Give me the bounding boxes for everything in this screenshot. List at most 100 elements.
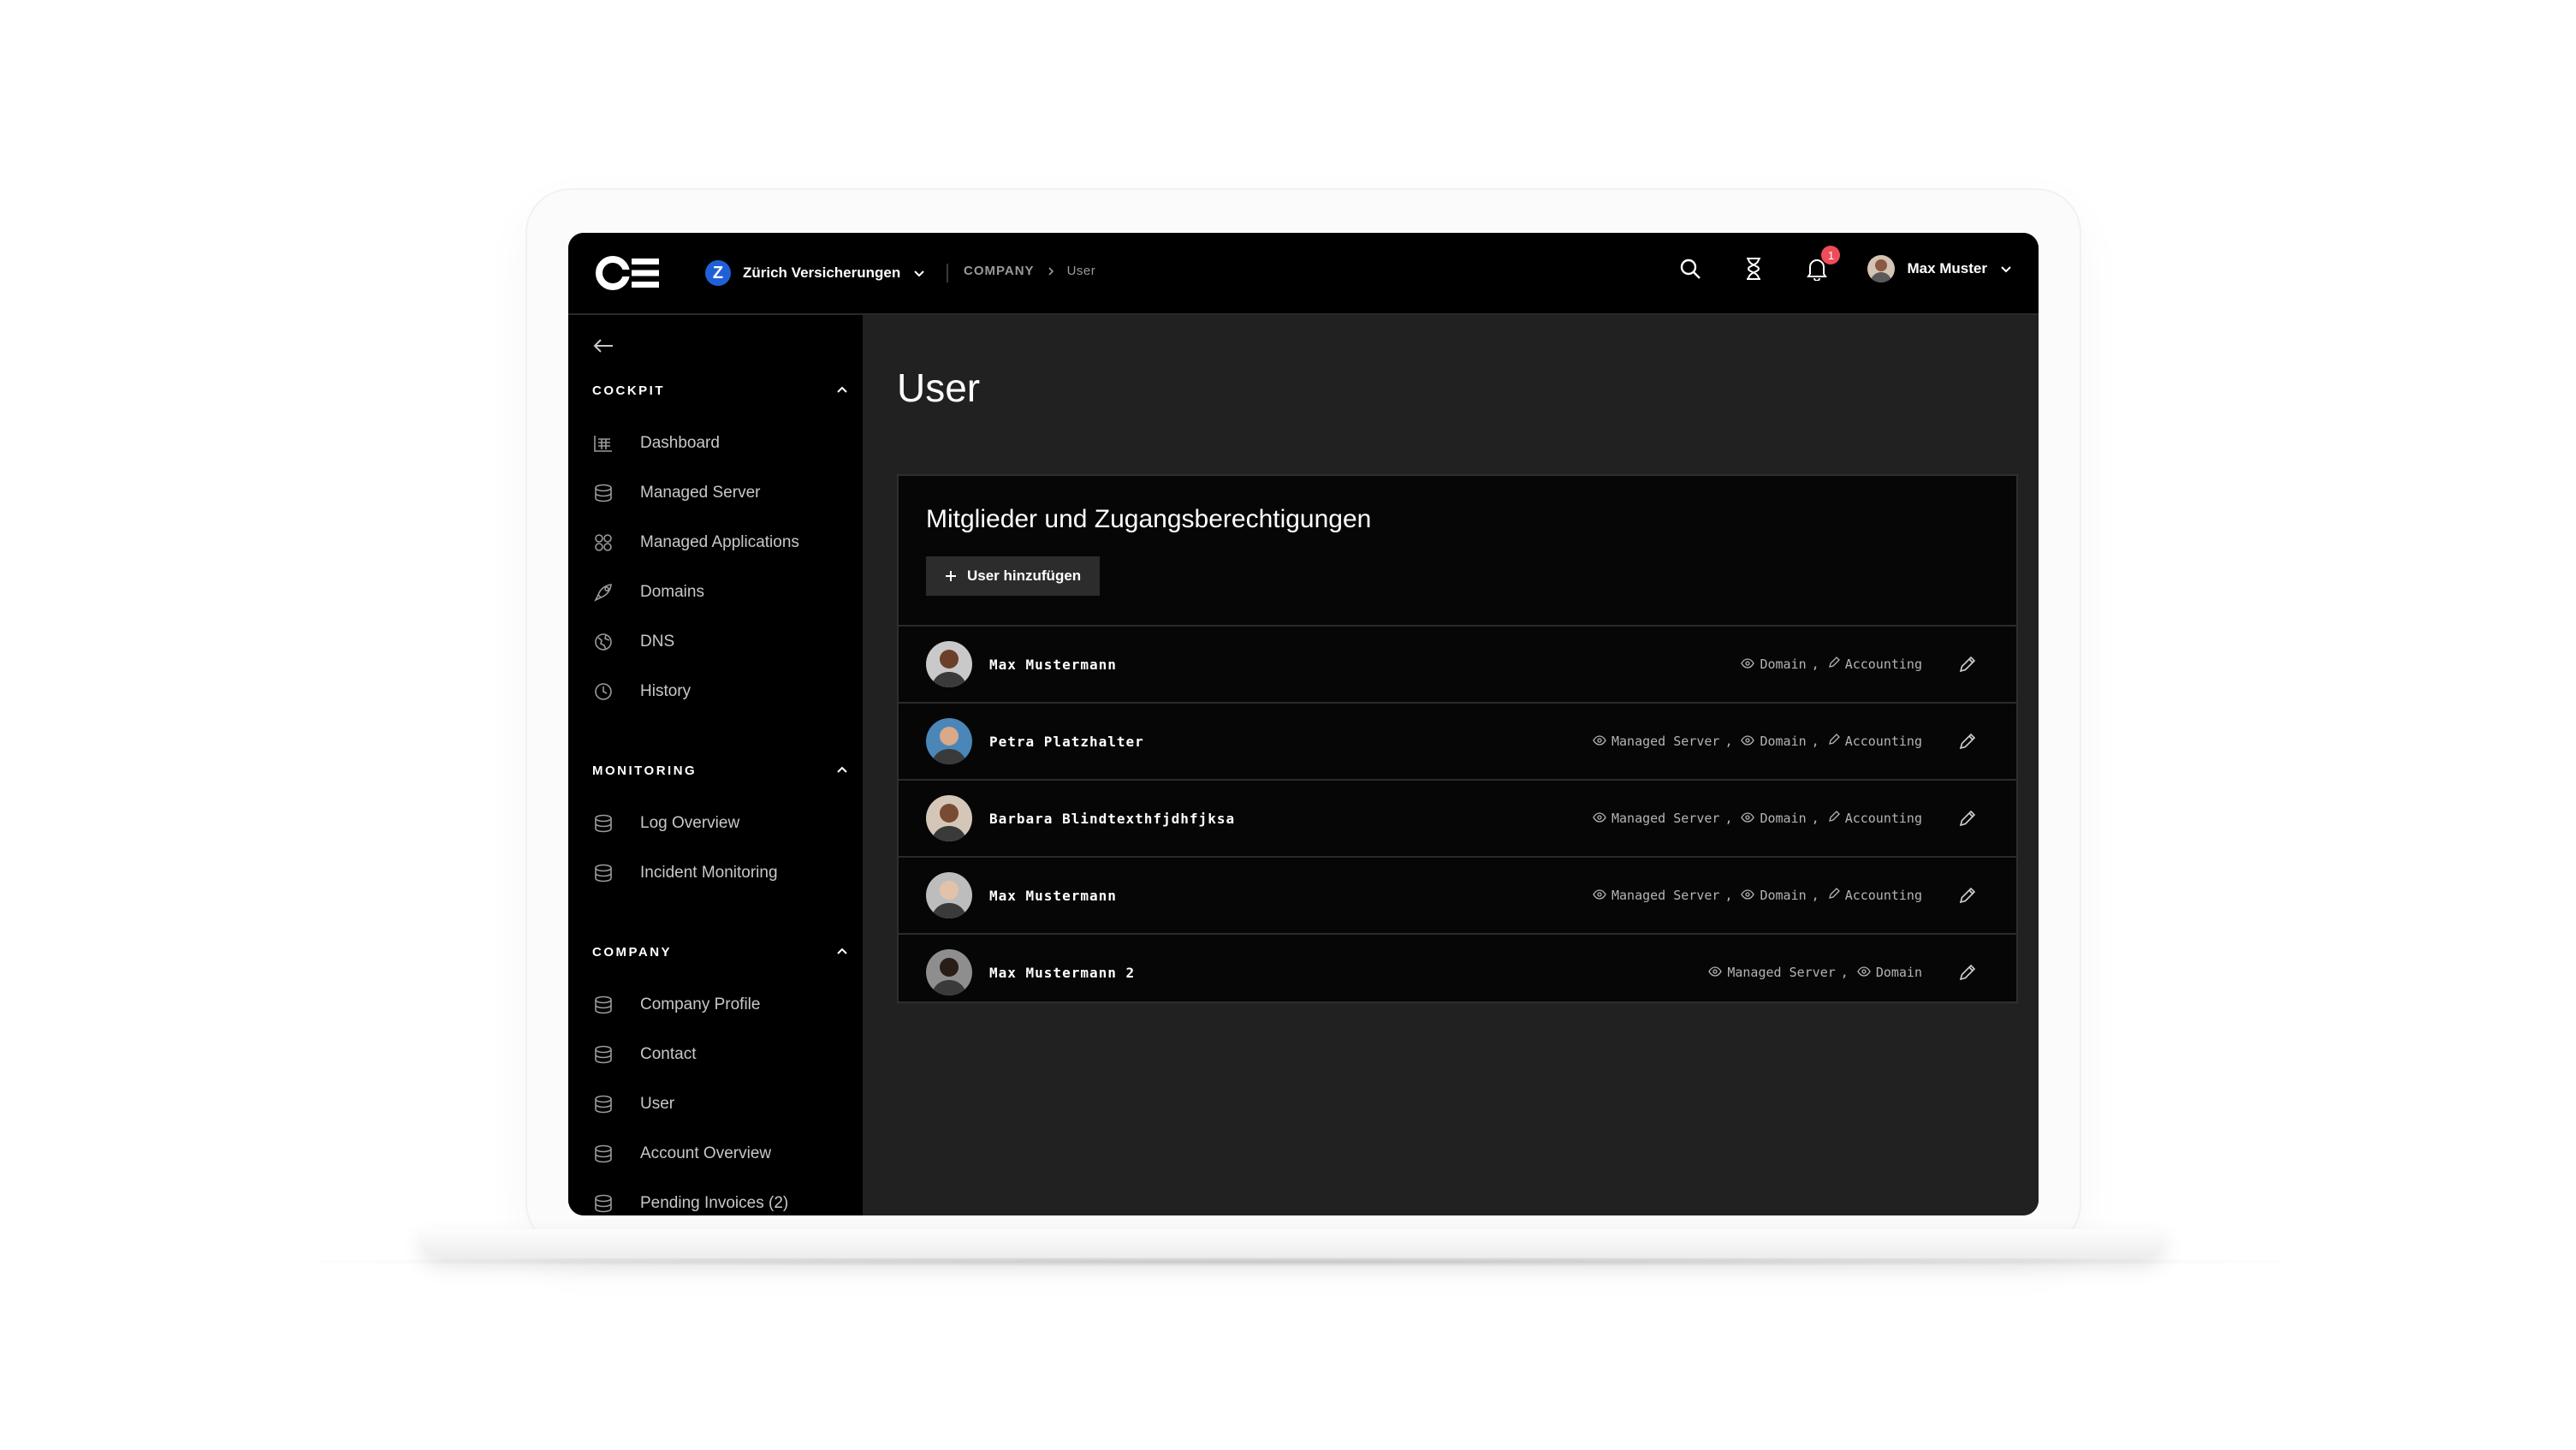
permission-separator: , [1811,888,1819,903]
permission-tag: Accounting [1828,811,1927,826]
sidebar-item-dashboard[interactable]: Dashboard [592,426,849,461]
laptop-shadow [257,1257,2345,1267]
sidebar-item-label: DNS [640,633,675,651]
top-bar: Z Zürich Versicherungen COMPANY User 1 M… [568,233,2039,315]
edit-user-button[interactable] [1956,961,1979,984]
permission-tag: Domain, [1741,888,1819,903]
sidebar-item-domains[interactable]: Domains [592,575,849,609]
chevron-down-icon [914,270,924,277]
section-cockpit[interactable]: COCKPIT [592,375,849,406]
chevron-right-icon [1048,266,1054,276]
permission-label: Managed Server [1611,811,1720,826]
section-monitoring[interactable]: MONITORING [592,755,849,786]
pencil-icon [1959,964,1976,981]
permission-separator: , [1724,811,1733,826]
permission-tag: Accounting [1828,888,1927,903]
permission-separator: , [1724,734,1733,749]
sidebar-item-account-overview[interactable]: Account Overview [592,1137,849,1171]
user-name: Max Mustermann [989,887,1117,904]
sidebar-item-pending-invoices[interactable]: Pending Invoices (2) [592,1186,849,1215]
notification-badge: 1 [1821,246,1841,264]
database-icon [592,862,614,884]
eye-icon [1593,888,1606,903]
hourglass-icon [1747,258,1761,280]
sidebar: COCKPIT Dashboard Managed Server Managed… [568,315,863,1215]
app-logo[interactable] [594,252,662,294]
eye-icon [1741,734,1755,749]
section-company[interactable]: COMPANY [592,936,849,967]
breadcrumb-company[interactable]: COMPANY [964,264,1035,278]
table-row[interactable]: Max Mustermann Domain, Accounting [899,625,2016,702]
chevron-up-icon [837,948,847,954]
sidebar-item-user[interactable]: User [592,1087,849,1121]
pencil-icon [1959,656,1976,673]
user-name: Max Mustermann 2 [989,964,1136,981]
permission-tag: Domain, [1741,657,1819,672]
table-row[interactable]: Petra Platzhalter Managed Server, Domain, A… [899,702,2016,779]
permission-list: Managed Server, Domain, Accounting [1593,811,1927,826]
search-button[interactable] [1677,256,1703,282]
sidebar-item-log-overview[interactable]: Log Overview [592,806,849,841]
search-icon [1681,259,1701,279]
company-logo-icon: Z [705,260,731,286]
company-switcher[interactable]: Z Zürich Versicherungen [705,257,949,289]
sidebar-item-history[interactable]: History [592,674,849,709]
table-row[interactable]: Max Mustermann 2 Managed Server, Domain [899,933,2016,1010]
eye-icon [1741,811,1755,826]
avatar [926,949,972,995]
database-icon [592,1043,614,1066]
edit-user-button[interactable] [1956,730,1979,752]
eye-icon [1593,811,1606,826]
sidebar-item-label: Dashboard [640,434,720,452]
sidebar-item-managed-server[interactable]: Managed Server [592,476,849,510]
add-user-label: User hinzufügen [967,568,1082,584]
permission-label: Managed Server [1611,888,1720,903]
section-title: COCKPIT [592,383,665,398]
database-icon [592,482,614,504]
permission-tag: Managed Server, [1593,734,1732,749]
edit-user-button[interactable] [1956,807,1979,829]
page-title: User [897,365,981,410]
permission-separator: , [1811,657,1819,672]
eye-icon [1741,657,1755,672]
avatar [926,872,972,918]
notifications-button[interactable]: 1 [1804,246,1841,282]
back-arrow-icon[interactable] [591,336,616,356]
scene: Z Zürich Versicherungen COMPANY User 1 M… [0,0,2576,1450]
permission-label: Accounting [1844,734,1922,749]
sidebar-item-contact[interactable]: Contact [592,1037,849,1072]
permission-tag: Domain, [1741,734,1819,749]
pencil-icon [1828,657,1840,672]
sidebar-item-managed-applications[interactable]: Managed Applications [592,526,849,560]
sidebar-item-label: History [640,682,691,700]
sidebar-item-label: Managed Applications [640,533,799,551]
table-row[interactable]: Max Mustermann Managed Server, Domain, Acco… [899,856,2016,933]
user-name: Max Muster [1907,260,1987,276]
user-name: Max Mustermann [989,656,1117,673]
header-actions: 1 Max Muster [1677,246,2013,282]
sidebar-item-dns[interactable]: DNS [592,625,849,659]
permission-separator: , [1811,811,1819,826]
members-card: Mitglieder und Zugangsberechtigungen Use… [897,474,2018,1003]
pencil-icon [1828,888,1840,903]
permission-list: Domain, Accounting [1741,657,1927,672]
pencil-icon [1959,887,1976,904]
user-list: Max Mustermann Domain, Accounting Petra Pla… [899,625,2016,1010]
timer-button[interactable] [1741,256,1766,282]
permission-tag: Domain, [1741,811,1819,826]
permission-label: Domain [1875,965,1922,980]
company-name: Zürich Versicherungen [743,264,901,281]
permission-tag: Managed Server, [1708,965,1849,980]
user-menu[interactable]: Max Muster [1867,255,2013,282]
breadcrumb-current: User [1066,264,1096,278]
edit-user-button[interactable] [1956,884,1979,906]
sidebar-item-company-profile[interactable]: Company Profile [592,988,849,1022]
sidebar-item-incident-monitoring[interactable]: Incident Monitoring [592,856,849,890]
database-icon [592,994,614,1016]
edit-user-button[interactable] [1956,653,1979,675]
permission-label: Domain [1760,811,1807,826]
avatar [1867,255,1896,282]
user-name: Barbara Blindtexthfjdhfjksa [989,810,1236,827]
add-user-button[interactable]: User hinzufügen [926,556,1101,596]
table-row[interactable]: Barbara Blindtexthfjdhfjksa Managed Serve… [899,779,2016,856]
